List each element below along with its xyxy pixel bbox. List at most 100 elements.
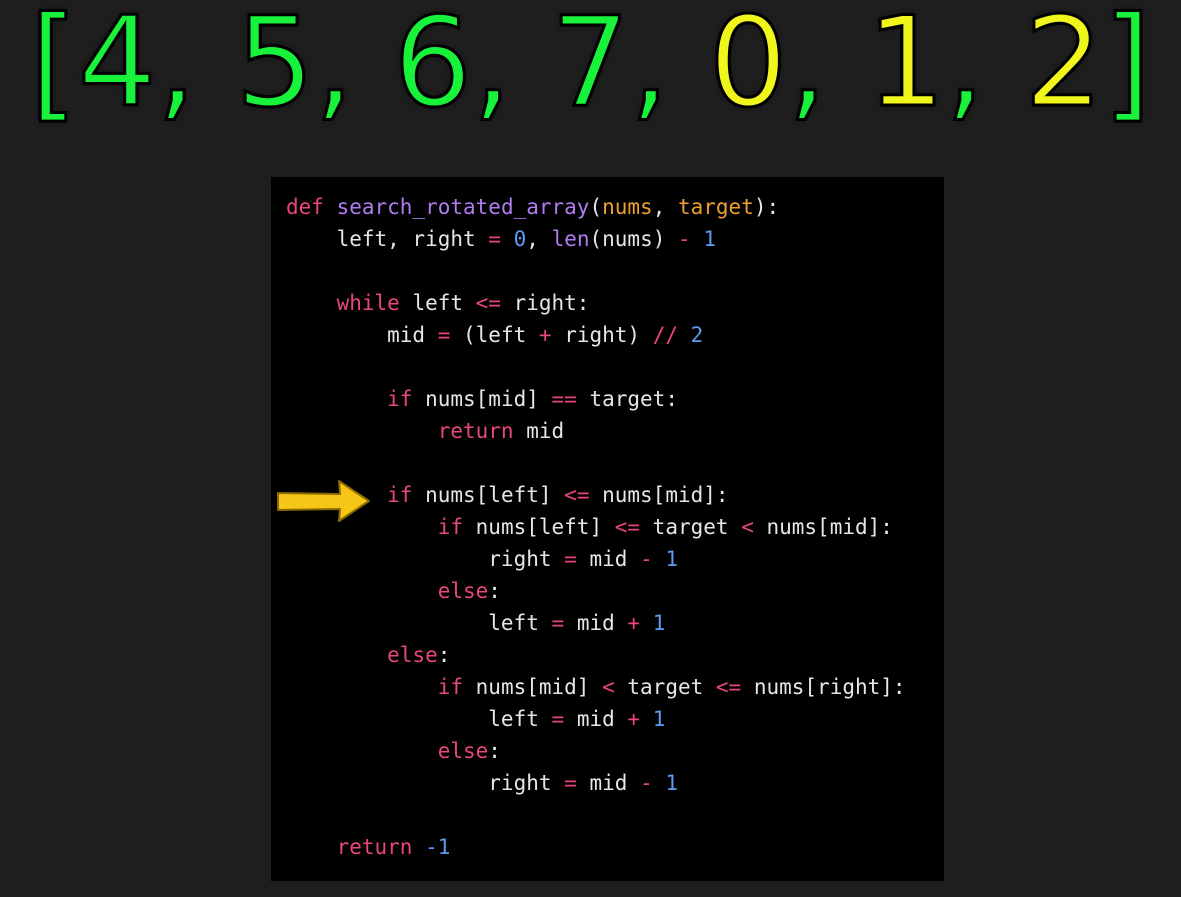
code-line: mid = (left + right) // 2 bbox=[286, 319, 906, 351]
code-token: : bbox=[488, 739, 501, 763]
code-line: else: bbox=[286, 639, 906, 671]
code-line: if nums[mid] == target: bbox=[286, 383, 906, 415]
code-token: else bbox=[437, 739, 489, 763]
code-token: target: bbox=[576, 387, 678, 411]
array-token: 1 bbox=[865, 0, 947, 137]
array-token: 4, bbox=[76, 0, 236, 137]
code-line: def search_rotated_array(nums, target): bbox=[286, 191, 906, 223]
code-line: if nums[mid] < target <= nums[right]: bbox=[286, 671, 906, 703]
code-block: def search_rotated_array(nums, target): … bbox=[286, 191, 906, 863]
code-token: target bbox=[677, 195, 754, 219]
code-token: nums bbox=[602, 195, 653, 219]
code-token: left bbox=[399, 291, 476, 315]
array-token: 5, bbox=[234, 0, 394, 137]
code-token: return bbox=[336, 835, 413, 859]
code-token: = bbox=[551, 611, 565, 635]
array-token: , bbox=[786, 0, 867, 137]
code-token: nums[mid] bbox=[412, 387, 552, 411]
array-title: [4, 5, 6, 7, 0, 1, 2] bbox=[0, 0, 1181, 138]
code-token: mid bbox=[564, 611, 628, 635]
code-token: < bbox=[741, 515, 754, 539]
code-token: , bbox=[526, 227, 552, 251]
code-token: <= bbox=[475, 291, 501, 315]
code-token: mid bbox=[286, 323, 438, 347]
code-token: nums[left] bbox=[463, 515, 615, 539]
code-token: // bbox=[652, 323, 678, 347]
array-token: 6, bbox=[392, 0, 552, 137]
array-token: ] bbox=[1102, 0, 1153, 137]
code-token: = bbox=[564, 771, 577, 795]
code-token: else bbox=[387, 643, 438, 667]
arrow-right-icon bbox=[277, 480, 370, 522]
code-token: nums[mid] bbox=[463, 675, 603, 699]
code-token: while bbox=[336, 291, 400, 315]
code-token: right: bbox=[500, 291, 590, 315]
code-token: + bbox=[627, 611, 641, 635]
code-token: = bbox=[564, 547, 577, 571]
code-token: right) bbox=[551, 323, 653, 347]
code-line: else: bbox=[286, 735, 906, 767]
code-token: = bbox=[488, 227, 501, 251]
code-token: (nums) bbox=[589, 227, 679, 251]
code-token: = bbox=[437, 323, 451, 347]
code-token: search_rotated_array bbox=[336, 195, 590, 219]
code-line: return -1 bbox=[286, 831, 906, 863]
code-token: 1 bbox=[703, 227, 716, 251]
code-token: left, right bbox=[286, 227, 489, 251]
array-token: 0 bbox=[707, 0, 789, 137]
code-token: (left bbox=[450, 323, 539, 347]
code-token: = bbox=[551, 707, 565, 731]
code-token: return bbox=[437, 419, 514, 443]
code-token: == bbox=[551, 387, 577, 411]
code-line: left = mid + 1 bbox=[286, 703, 906, 735]
code-token: 2 bbox=[690, 323, 704, 347]
code-token: mid bbox=[576, 771, 641, 795]
code-token: if bbox=[387, 483, 413, 507]
code-token: , bbox=[652, 195, 678, 219]
code-token: mid bbox=[513, 419, 565, 443]
code-token: ): bbox=[753, 195, 780, 219]
code-token: mid bbox=[576, 547, 641, 571]
code-token: 1 bbox=[652, 611, 666, 635]
code-token: nums[mid]: bbox=[753, 515, 893, 539]
code-token: 1 bbox=[665, 547, 678, 571]
code-token: target bbox=[614, 675, 716, 699]
code-line: left = mid + 1 bbox=[286, 607, 906, 639]
code-token: left bbox=[286, 707, 552, 731]
array-token: 2 bbox=[1023, 0, 1105, 137]
array-token: [ bbox=[28, 0, 79, 137]
code-line: while left <= right: bbox=[286, 287, 906, 319]
code-token: nums[mid]: bbox=[589, 483, 729, 507]
code-token: if bbox=[437, 675, 464, 699]
code-token: def bbox=[286, 195, 337, 219]
code-token: mid bbox=[564, 707, 628, 731]
code-line: left, right = 0, len(nums) - 1 bbox=[286, 223, 906, 255]
code-line: if nums[left] <= nums[mid]: bbox=[286, 479, 906, 511]
code-token: nums[left] bbox=[412, 483, 565, 507]
code-token: - bbox=[640, 547, 653, 571]
code-token: <= bbox=[715, 675, 742, 699]
code-line: right = mid - 1 bbox=[286, 767, 906, 799]
code-token: - bbox=[640, 771, 653, 795]
code-token: + bbox=[627, 707, 641, 731]
code-token: nums[right]: bbox=[741, 675, 906, 699]
code-token: target bbox=[640, 515, 742, 539]
code-token: if bbox=[437, 515, 464, 539]
code-token: right bbox=[286, 771, 565, 795]
code-line: return mid bbox=[286, 415, 906, 447]
array-token: 7, bbox=[550, 0, 709, 137]
